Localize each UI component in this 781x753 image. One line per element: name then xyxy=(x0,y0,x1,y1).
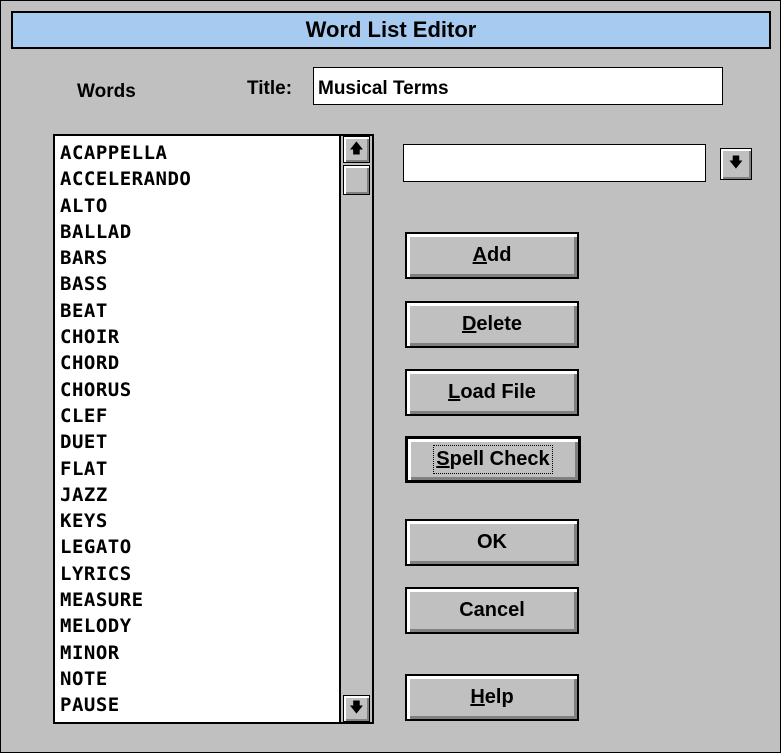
list-item[interactable]: CHOIR xyxy=(60,324,335,350)
title-label: Title: xyxy=(247,78,293,99)
list-item[interactable]: BALLAD xyxy=(60,219,335,245)
list-item[interactable]: PITCH xyxy=(60,719,335,722)
help-mnemonic: H xyxy=(470,686,485,708)
list-item[interactable]: NOTE xyxy=(60,666,335,692)
load-file-label: oad File xyxy=(460,381,536,403)
list-item[interactable]: ALTO xyxy=(60,193,335,219)
word-entry-input[interactable] xyxy=(403,144,706,182)
list-item[interactable]: BASS xyxy=(60,271,335,297)
list-item[interactable]: FLAT xyxy=(60,456,335,482)
list-item[interactable]: CHORUS xyxy=(60,377,335,403)
list-item[interactable]: MELODY xyxy=(60,613,335,639)
list-item[interactable]: CLEF xyxy=(60,403,335,429)
add-button[interactable]: Add xyxy=(405,232,579,279)
list-item[interactable]: KEYS xyxy=(60,508,335,534)
help-label: elp xyxy=(484,686,514,708)
spell-check-mnemonic: S xyxy=(436,448,450,470)
load-file-mnemonic: L xyxy=(448,381,461,403)
list-item[interactable]: BARS xyxy=(60,245,335,271)
down-arrow-icon: 🡇 xyxy=(728,154,744,170)
list-item[interactable]: MINOR xyxy=(60,640,335,666)
combo-dropdown-button[interactable]: 🡇 xyxy=(720,148,752,180)
scroll-up-button[interactable]: 🡅 xyxy=(343,136,370,163)
title-input[interactable] xyxy=(313,67,723,105)
window-title: Word List Editor xyxy=(305,17,477,42)
up-arrow-icon: 🡅 xyxy=(349,139,364,156)
list-item[interactable]: ACAPPELLA xyxy=(60,140,335,166)
help-button[interactable]: Help xyxy=(405,674,579,721)
ok-button[interactable]: OK xyxy=(405,519,579,566)
down-arrow-icon: 🡇 xyxy=(349,698,364,715)
words-label: Words xyxy=(77,81,136,102)
cancel-button[interactable]: Cancel xyxy=(405,587,579,634)
spell-check-label: pell Check xyxy=(449,448,550,470)
delete-button[interactable]: Delete xyxy=(405,301,579,348)
list-item[interactable]: CHORD xyxy=(60,350,335,376)
list-item[interactable]: JAZZ xyxy=(60,482,335,508)
cancel-label: Cancel xyxy=(459,599,525,621)
load-file-button[interactable]: Load File xyxy=(405,369,579,416)
list-item[interactable]: ACCELERANDO xyxy=(60,166,335,192)
add-mnemonic: A xyxy=(472,244,487,266)
word-list-editor-dialog: Word List Editor Words Title: ACAPPELLAA… xyxy=(0,0,781,753)
add-label: dd xyxy=(487,244,512,266)
word-listbox[interactable]: ACAPPELLA ACCELERANDO ALTO BALLAD BARS BASS BE… xyxy=(53,134,374,724)
delete-mnemonic: D xyxy=(461,313,477,335)
scroll-thumb[interactable] xyxy=(343,165,370,195)
list-item[interactable]: PAUSE xyxy=(60,692,335,718)
list-item[interactable]: BEAT xyxy=(60,298,335,324)
scroll-down-button[interactable]: 🡇 xyxy=(343,695,370,722)
list-item[interactable]: LYRICS xyxy=(60,561,335,587)
word-list-items: ACAPPELLA ACCELERANDO ALTO BALLAD BARS BASS BE… xyxy=(60,140,335,722)
list-item[interactable]: MEASURE xyxy=(60,587,335,613)
list-item[interactable]: DUET xyxy=(60,429,335,455)
spell-check-button[interactable]: Spell Check xyxy=(405,436,581,483)
list-item[interactable]: LEGATO xyxy=(60,534,335,560)
window-title-bar[interactable]: Word List Editor xyxy=(11,11,771,49)
word-list-scrollbar[interactable]: 🡅 🡇 xyxy=(339,136,372,722)
delete-label: elete xyxy=(476,313,523,335)
ok-label: OK xyxy=(477,531,507,553)
